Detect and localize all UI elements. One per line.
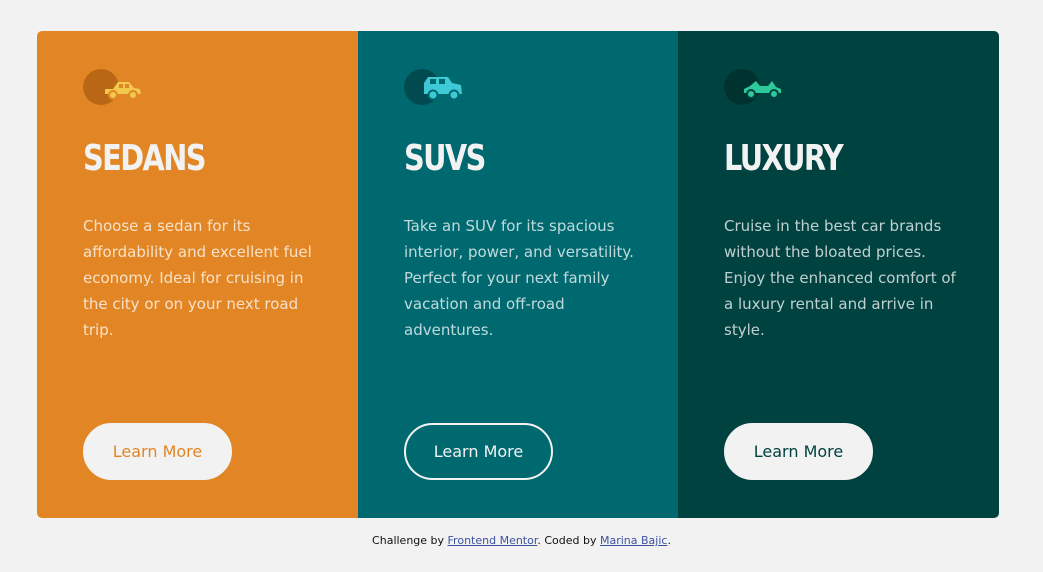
- card-luxury: LUXURY Cruise in the best car brands wit…: [678, 31, 999, 518]
- sedan-icon: [83, 69, 147, 105]
- attribution: Challenge by Frontend Mentor. Coded by M…: [0, 534, 1043, 547]
- card-description: Take an SUV for its spacious interior, p…: [404, 217, 634, 339]
- card-title: SUVS: [404, 138, 486, 179]
- learn-more-button[interactable]: Learn More: [83, 423, 232, 480]
- card-description: Cruise in the best car brands without th…: [724, 217, 956, 339]
- card-description: Choose a sedan for its affordability and…: [83, 217, 312, 339]
- frontend-mentor-link[interactable]: Frontend Mentor: [448, 534, 538, 547]
- luxury-car-icon: [724, 69, 788, 105]
- car-cards-container: SEDANS Choose a sedan for its affordabil…: [37, 31, 999, 518]
- attribution-suffix: .: [667, 534, 671, 547]
- attribution-middle: . Coded by: [537, 534, 600, 547]
- card-title: SEDANS: [83, 138, 206, 179]
- suv-icon: [404, 69, 468, 105]
- card-sedans: SEDANS Choose a sedan for its affordabil…: [37, 31, 358, 518]
- learn-more-button[interactable]: Learn More: [404, 423, 553, 480]
- author-link[interactable]: Marina Bajic: [600, 534, 667, 547]
- attribution-prefix: Challenge by: [372, 534, 448, 547]
- card-title: LUXURY: [724, 138, 844, 179]
- learn-more-button[interactable]: Learn More: [724, 423, 873, 480]
- card-suvs: SUVS Take an SUV for its spacious interi…: [358, 31, 678, 518]
